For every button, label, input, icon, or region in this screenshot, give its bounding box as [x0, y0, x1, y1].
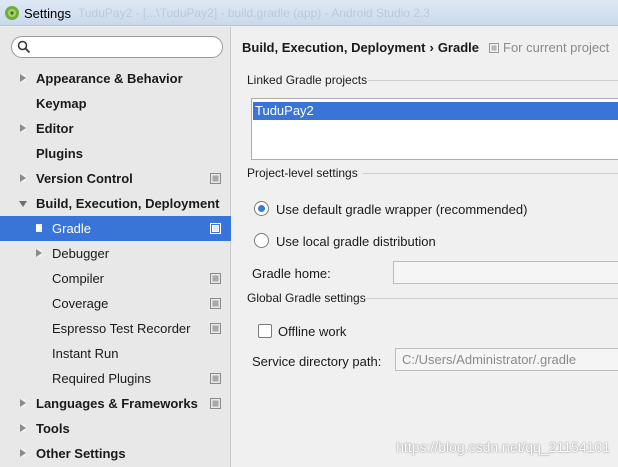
breadcrumb-separator: ›	[429, 40, 434, 55]
settings-tree: Appearance & Behavior Keymap Editor Plugins…	[0, 66, 231, 466]
search-input[interactable]	[11, 36, 223, 58]
scope-note-text: For current project	[503, 40, 610, 55]
sidebar-item-version-control[interactable]: Version Control	[0, 166, 231, 191]
project-scope-icon	[210, 172, 221, 184]
scope-note: For current project	[489, 40, 609, 55]
sidebar-item-tools[interactable]: Tools	[0, 416, 231, 441]
sidebar-item-espresso-test-recorder[interactable]: Espresso Test Recorder	[0, 316, 231, 341]
sidebar-item-label: Editor	[36, 121, 74, 136]
sidebar-item-editor[interactable]: Editor	[0, 116, 231, 141]
background-window-title: TuduPay2 - [...\TuduPay2] - build.gradle…	[78, 6, 430, 20]
default-wrapper-label[interactable]: Use default gradle wrapper (recommended)	[276, 202, 527, 217]
sidebar-item-appearance-behavior[interactable]: Appearance & Behavior	[0, 66, 231, 91]
sidebar-item-keymap[interactable]: Keymap	[0, 91, 231, 116]
project-scope-icon	[210, 322, 221, 334]
sidebar-item-debugger[interactable]: Debugger	[0, 241, 231, 266]
expand-arrow-right-icon[interactable]	[20, 74, 26, 82]
project-scope-icon	[210, 372, 221, 384]
sidebar-item-languages-frameworks[interactable]: Languages & Frameworks	[0, 391, 231, 416]
local-distribution-radio[interactable]	[254, 233, 269, 248]
breadcrumb-parent[interactable]: Build, Execution, Deployment	[242, 40, 425, 55]
sidebar-item-label: Coverage	[52, 296, 109, 311]
sidebar-item-label: Compiler	[52, 271, 105, 286]
project-level-title: Project-level settings	[247, 166, 358, 180]
sidebar-item-label: Keymap	[36, 96, 87, 111]
android-studio-icon	[5, 6, 19, 20]
sidebar-item-label: Gradle	[52, 221, 92, 236]
sidebar-item-label: Languages & Frameworks	[36, 396, 198, 411]
search-icon	[17, 40, 31, 54]
gradle-home-field[interactable]	[393, 261, 618, 284]
project-scope-icon	[210, 272, 221, 284]
sidebar-item-label: Version Control	[36, 171, 133, 186]
expand-arrow-right-icon[interactable]	[36, 224, 42, 232]
expand-arrow-right-icon[interactable]	[20, 399, 26, 407]
default-wrapper-radio[interactable]	[254, 201, 269, 216]
project-scope-icon	[210, 297, 221, 309]
sidebar-item-label: Required Plugins	[52, 371, 152, 386]
sidebar-item-label: Other Settings	[36, 446, 126, 461]
sidebar-item-instant-run[interactable]: Instant Run	[0, 341, 231, 366]
offline-work-checkbox[interactable]	[258, 324, 272, 338]
linked-projects-title: Linked Gradle projects	[247, 73, 368, 87]
watermark: https://blog.csdn.net/qq_21154101	[396, 439, 610, 455]
expand-arrow-right-icon[interactable]	[20, 124, 26, 132]
sidebar-item-label: Plugins	[36, 146, 83, 161]
expand-arrow-down-icon[interactable]	[19, 201, 27, 207]
linked-projects-list[interactable]: TuduPay2	[251, 98, 618, 160]
gradle-home-label: Gradle home:	[252, 266, 331, 281]
sidebar-item-gradle[interactable]: Gradle	[0, 216, 231, 241]
offline-work-label[interactable]: Offline work	[278, 324, 346, 339]
sidebar-item-label: Debugger	[52, 246, 110, 261]
sidebar-item-other-settings[interactable]: Other Settings	[0, 441, 231, 466]
title-bar: Settings TuduPay2 - [...\TuduPay2] - bui…	[0, 0, 618, 26]
expand-arrow-right-icon[interactable]	[20, 424, 26, 432]
divider	[363, 173, 618, 174]
sidebar-item-label: Build, Execution, Deployment	[36, 196, 220, 211]
project-scope-icon	[210, 222, 221, 234]
sidebar-item-label: Espresso Test Recorder	[52, 321, 191, 336]
breadcrumb-current: Gradle	[437, 40, 479, 55]
sidebar-item-required-plugins[interactable]: Required Plugins	[0, 366, 231, 391]
expand-arrow-right-icon[interactable]	[36, 249, 42, 257]
list-item[interactable]: TuduPay2	[253, 102, 618, 120]
gradle-settings-panel: Build, Execution, Deployment › Gradle For …	[232, 27, 618, 467]
local-distribution-label[interactable]: Use local gradle distribution	[276, 234, 436, 249]
divider	[363, 298, 618, 299]
sidebar-item-label: Tools	[36, 421, 70, 436]
breadcrumb: Build, Execution, Deployment › Gradle	[242, 40, 479, 55]
project-scope-icon	[489, 43, 499, 53]
global-settings-title: Global Gradle settings	[247, 291, 366, 305]
service-directory-label: Service directory path:	[252, 354, 382, 369]
sidebar-item-label: Instant Run	[52, 346, 119, 361]
project-scope-icon	[210, 397, 221, 409]
sidebar-item-coverage[interactable]: Coverage	[0, 291, 231, 316]
expand-arrow-right-icon[interactable]	[20, 449, 26, 457]
sidebar-item-build-execution-deployment[interactable]: Build, Execution, Deployment	[0, 191, 231, 216]
expand-arrow-right-icon[interactable]	[20, 174, 26, 182]
sidebar-item-compiler[interactable]: Compiler	[0, 266, 231, 291]
divider	[368, 80, 618, 81]
service-directory-field[interactable]: C:/Users/Administrator/.gradle	[395, 348, 618, 371]
window-title: Settings	[24, 6, 71, 21]
settings-sidebar: Appearance & Behavior Keymap Editor Plugins…	[0, 27, 231, 467]
sidebar-item-label: Appearance & Behavior	[36, 71, 183, 86]
sidebar-item-plugins[interactable]: Plugins	[0, 141, 231, 166]
